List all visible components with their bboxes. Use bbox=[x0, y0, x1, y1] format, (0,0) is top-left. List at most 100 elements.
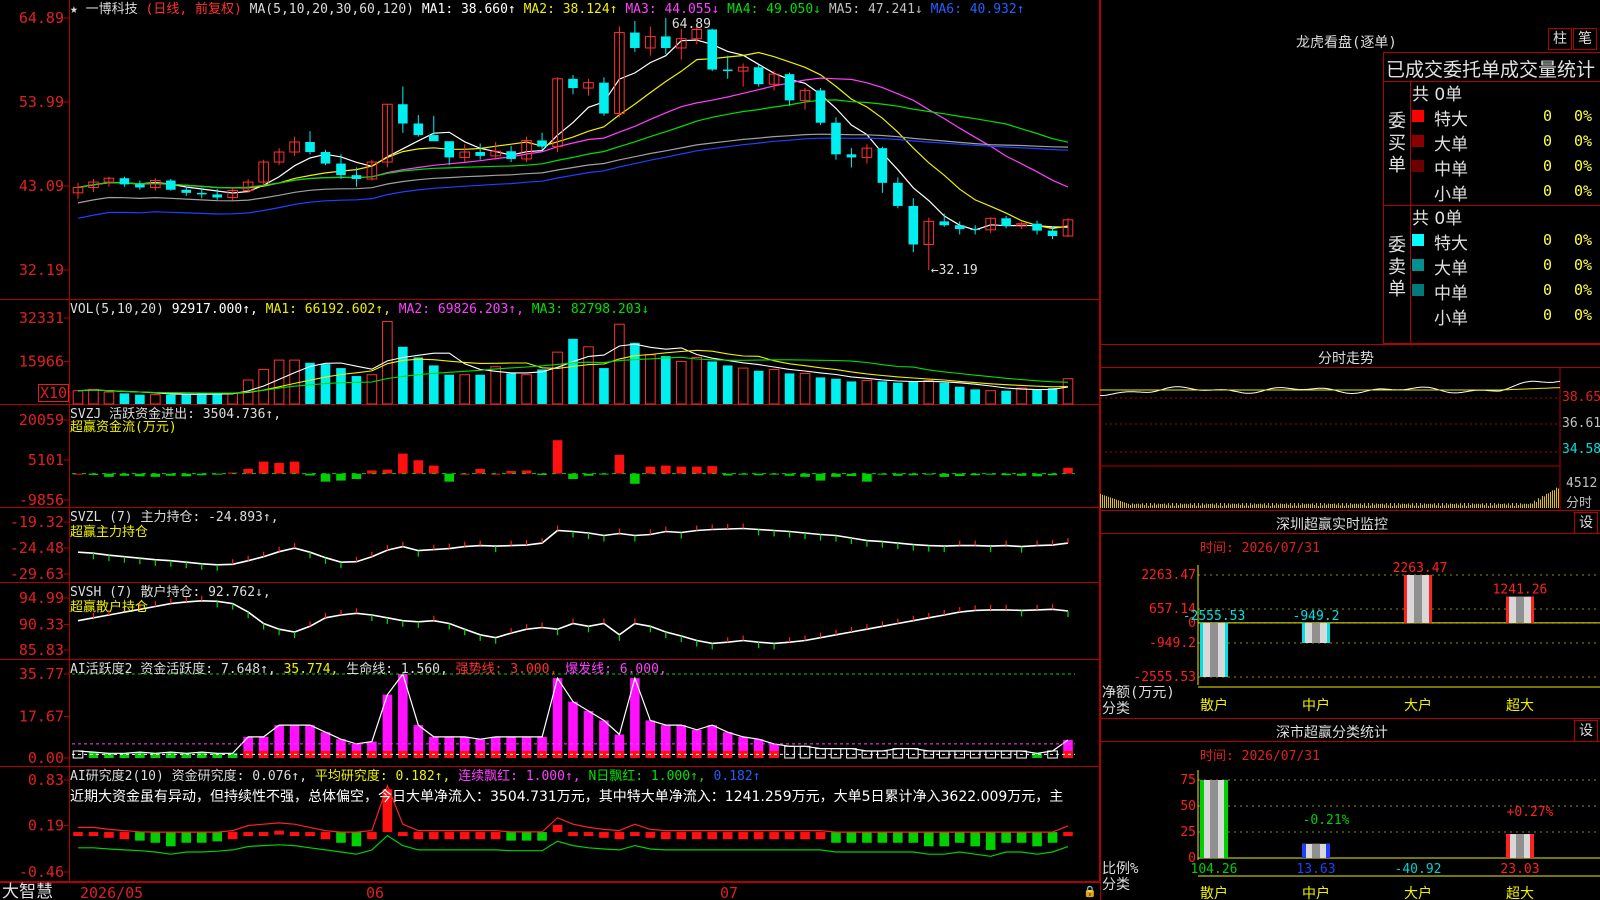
stat-bar bbox=[1200, 780, 1228, 858]
research-bar bbox=[661, 832, 671, 840]
intraday-vol-bar bbox=[1374, 504, 1375, 508]
volume-series-bar bbox=[737, 367, 749, 405]
candle-body bbox=[336, 163, 346, 176]
research-bar bbox=[320, 832, 331, 840]
volume-series-bar bbox=[1016, 387, 1027, 405]
research-bar bbox=[104, 832, 114, 838]
stat-cat-label: 大户 bbox=[1404, 885, 1432, 900]
legend-item: 35.774, bbox=[283, 662, 347, 677]
star-icon[interactable]: ★ bbox=[70, 2, 78, 17]
legend-item: MA2: 69826.203↑, bbox=[398, 302, 532, 317]
volume-series-bar bbox=[985, 390, 996, 405]
bar-mode-button[interactable]: 柱 bbox=[1548, 28, 1572, 50]
research-bar bbox=[444, 832, 455, 840]
research-bar bbox=[475, 832, 485, 840]
legend-item: 平均研究度: 0.182↑, bbox=[314, 769, 459, 784]
ai-activity-series-bar bbox=[908, 748, 919, 759]
candle-body bbox=[398, 104, 408, 124]
intraday-vol-bar bbox=[1170, 505, 1171, 508]
volume-series-bar bbox=[289, 359, 300, 405]
svzl-series bbox=[77, 523, 1069, 571]
intraday-vol-bar bbox=[1540, 499, 1541, 508]
intraday-vol-bar bbox=[1144, 505, 1145, 508]
volume-series-bar bbox=[583, 346, 594, 405]
candle bbox=[599, 77, 609, 116]
candle bbox=[459, 144, 471, 163]
chart-mode[interactable]: (日线, 前复权) bbox=[146, 2, 242, 17]
candle-body bbox=[970, 229, 980, 231]
intraday-vol-bar bbox=[1326, 504, 1327, 508]
research-bar bbox=[877, 832, 888, 843]
candle bbox=[273, 148, 285, 166]
candle-body bbox=[305, 141, 315, 153]
volume-series-bar bbox=[72, 390, 84, 405]
intraday-vol-bar bbox=[1362, 504, 1363, 508]
svzj-series-axis-label: -9856 bbox=[19, 491, 64, 509]
research-axis-label: 0.83 bbox=[28, 771, 64, 789]
intraday-chart[interactable] bbox=[1100, 368, 1600, 510]
research-axis-label: 0.19 bbox=[28, 817, 64, 835]
stat-bar-edge bbox=[1506, 834, 1510, 858]
volume-series-bar bbox=[336, 368, 346, 404]
volume-series-bar bbox=[88, 388, 99, 405]
buy-row-pct: 0% bbox=[1574, 107, 1593, 125]
intraday-vol-bar bbox=[1532, 503, 1533, 508]
intraday-vol-bar bbox=[1274, 505, 1275, 508]
stat-settings-button[interactable]: 设 bbox=[1574, 720, 1598, 742]
ai-activity-series-bar bbox=[830, 748, 842, 759]
research-bar bbox=[537, 832, 547, 841]
research-green-line bbox=[78, 834, 1069, 857]
main-chart-svg[interactable]: 64.89 53.99 43.09 32.19 64.89 ←32.19 32331 1596… bbox=[0, 0, 1100, 900]
volume-series-bar bbox=[552, 351, 563, 405]
intraday-vol-bar bbox=[1312, 503, 1313, 508]
candle-body bbox=[939, 221, 950, 226]
research-bar bbox=[428, 832, 439, 840]
intraday-vol-bar bbox=[1494, 503, 1495, 508]
pen-mode-button[interactable]: 笔 bbox=[1573, 28, 1597, 50]
monitor-settings-button[interactable]: 设 bbox=[1574, 512, 1598, 534]
dragon-title: 龙虎看盘(逐单) bbox=[1296, 35, 1397, 51]
research-bar bbox=[274, 830, 284, 835]
candle bbox=[861, 144, 873, 164]
volume-series-bar bbox=[227, 392, 238, 405]
research-bar bbox=[954, 832, 965, 843]
intraday-vol-bar bbox=[1218, 505, 1219, 508]
intraday-vol-bar bbox=[1256, 504, 1257, 508]
sell-swatch bbox=[1412, 309, 1424, 321]
candle bbox=[258, 159, 269, 186]
low-price-label: ←32.19 bbox=[931, 263, 978, 278]
stat-xlabel: 分类 bbox=[1102, 877, 1130, 893]
intraday-vol-value: 4512 bbox=[1566, 476, 1598, 491]
intraday-vol-bar bbox=[1414, 505, 1415, 508]
intraday-vol-bar bbox=[1174, 505, 1175, 508]
intraday-vol-bar bbox=[1104, 495, 1105, 508]
candle-body bbox=[568, 78, 578, 89]
buy-row-pct: 0% bbox=[1574, 182, 1593, 200]
monitor-bar-edge bbox=[1302, 622, 1305, 644]
svzj-series-bar bbox=[815, 473, 826, 481]
monitor-cat-label: 超大 bbox=[1506, 698, 1534, 714]
volume-unit: X10 bbox=[38, 384, 70, 402]
stat-bar-edge bbox=[1326, 843, 1330, 858]
candle bbox=[227, 186, 238, 201]
buy-label: 委买单 bbox=[1388, 111, 1406, 176]
intraday-vol-bar bbox=[1498, 503, 1499, 508]
stat-bar-edge bbox=[1224, 780, 1228, 858]
app-logo[interactable]: 大智慧 bbox=[2, 883, 53, 900]
candle bbox=[939, 213, 950, 227]
stat-chart[interactable]: 7550250104.26散户13.63中户-40.92大户23.03超大-0.… bbox=[1100, 760, 1600, 900]
candle bbox=[490, 141, 501, 160]
volume-series-bar bbox=[614, 323, 625, 405]
candle bbox=[305, 131, 315, 155]
intraday-axis-3: 34.58 bbox=[1562, 442, 1600, 457]
monitor-cat-label: 中户 bbox=[1302, 697, 1330, 714]
ai-activity-series-axis-label: 35.77 bbox=[19, 665, 64, 683]
intraday-vol-bar bbox=[1450, 503, 1451, 508]
svzl-series-axis-label: -24.48 bbox=[10, 539, 64, 557]
monitor-chart[interactable]: 2263.47657.140-949.2-2555.53-2555.53散户-9… bbox=[1100, 555, 1600, 715]
intraday-vol-bar bbox=[1250, 503, 1251, 508]
research-bar bbox=[1016, 832, 1027, 843]
research-bar bbox=[521, 832, 532, 841]
lock-icon[interactable]: 🔒 bbox=[1083, 885, 1097, 898]
volume-series-bar bbox=[444, 374, 455, 404]
